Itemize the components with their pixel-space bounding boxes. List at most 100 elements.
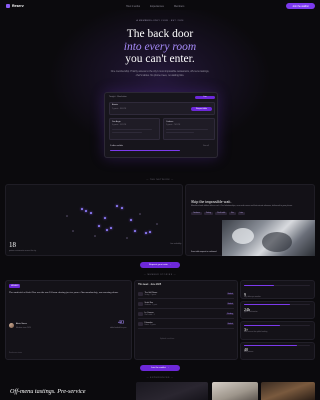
map-dot[interactable] (110, 227, 112, 229)
stat-caption: chef partners (244, 352, 254, 353)
stat-fill (244, 324, 281, 326)
preview-progress (110, 150, 180, 152)
map-dot (126, 237, 128, 239)
ship-text: Members book tables others can't. Chef r… (191, 205, 293, 207)
photo-highlight (232, 228, 254, 244)
partner-count-caption: partner restaurants across the city (9, 250, 37, 252)
map-dot[interactable] (130, 219, 132, 221)
tag-chip[interactable]: Bar (229, 212, 236, 215)
hero-title-line3: you can't enter. (125, 53, 195, 65)
map-dot[interactable] (106, 229, 108, 231)
preview-line (166, 129, 208, 131)
map-dot (139, 213, 141, 215)
member-badge: MEMBER (9, 284, 21, 288)
list-item-sub: Dinner · 2 guests (144, 324, 156, 326)
list-item-title: Le Coucou (144, 312, 154, 315)
status-badge: Booked (226, 293, 234, 295)
restaurant-thumb (138, 301, 143, 307)
tag-chip[interactable]: Chef's table (214, 212, 228, 215)
request-invite-button[interactable]: Request your invite → (140, 262, 180, 268)
nav-cta-button[interactable]: Join the waitlist (286, 3, 315, 9)
section-label-experiences: — EXPERIENCES — (146, 377, 174, 379)
hero-title: The back door into every room you can't … (60, 28, 260, 66)
preview-item3-title: Carbone (166, 121, 174, 123)
map-dot[interactable] (98, 225, 100, 227)
experience-image[interactable] (212, 382, 258, 400)
map-dot[interactable] (121, 207, 123, 209)
map-dot (72, 230, 74, 232)
section-label-network: — THE NETWORK — (146, 179, 174, 181)
map-card (5, 184, 183, 256)
experiences-heading: Off-menu tastings. Pre-service (10, 388, 86, 395)
request-invite-label: Request your invite (149, 264, 168, 266)
nav-links: How it works Experiences Members (126, 5, 184, 8)
preview-view-all[interactable]: View all (203, 145, 209, 147)
preview-line (166, 132, 194, 134)
restaurant-thumb (138, 311, 143, 317)
status-badge: Booked (226, 303, 234, 305)
ship-tags: Omakase Tasting Chef's table Bar Late (191, 212, 245, 215)
testimonial-quote: The sandwich at Sushi Nox was the one I'… (9, 291, 119, 294)
list-item-text: Le Coucou Chef's table · 4 (145, 312, 225, 316)
hero-kicker: A MEMBERS-ONLY CLUB · EST. 2024 (136, 20, 184, 22)
nav-link-experiences[interactable]: Experiences (150, 5, 164, 8)
hero-subtitle: One membership. Priority access to the c… (110, 70, 210, 77)
restaurant-thumb (138, 321, 143, 327)
hero-title-accent: into every room (123, 40, 197, 53)
list-item[interactable]: Sushi Nox Omakase · 1 guest Booked (138, 300, 234, 309)
map-dot[interactable] (85, 210, 87, 212)
hero-title-line1: The back door (126, 28, 194, 40)
map-dot[interactable] (90, 212, 92, 214)
stat-bar (244, 304, 310, 305)
stat-fill (244, 285, 274, 286)
tag-chip[interactable]: Late (237, 212, 245, 215)
preview-header: Tonight · Manhattan (109, 96, 127, 98)
map-dot[interactable] (134, 230, 136, 232)
section-label-stories: — MEMBER STORIES — (143, 274, 177, 276)
preview-item2-sub: 4 guests · 9:15 PM (112, 124, 127, 126)
bookings-note: Updated in real time (160, 339, 175, 340)
testimonial-stat: 40 (118, 320, 124, 326)
stat-bar (244, 285, 310, 286)
list-item-sub: Chef's table · 4 (144, 314, 155, 316)
map-legend-label: Live availability (170, 243, 182, 245)
list-item-sub: Tasting · 2 guests (144, 294, 157, 296)
list-item-text: The Grill Room Tasting · 2 guests (145, 292, 225, 296)
join-waitlist-button[interactable]: Join the waitlist → (140, 365, 180, 371)
list-item[interactable]: The Grill Room Tasting · 2 guests Booked (138, 290, 234, 299)
preview-header-label: Tonight · Manhattan (109, 96, 127, 98)
testimonial-name: Alicia Vance (16, 323, 27, 325)
experience-image[interactable] (136, 382, 208, 400)
preview-request-button[interactable]: Request table (191, 107, 212, 111)
brand-logo[interactable]: Reserv (6, 4, 24, 8)
map-dot[interactable] (104, 217, 106, 219)
list-item-title: Dhamaka (144, 322, 153, 325)
map-dot[interactable] (116, 205, 118, 207)
preview-item1-sub: 2 guests · 8:30 PM (112, 107, 127, 110)
status-badge: Booked (226, 323, 234, 325)
preview-footer: 3 tables available (110, 145, 124, 147)
nav-link-members[interactable]: Members (174, 5, 184, 8)
list-item-title: The Grill Room (144, 292, 158, 295)
dining-photo (222, 220, 315, 256)
stat-fill (244, 304, 291, 305)
status-badge: Pending (226, 313, 234, 315)
stat-bar (244, 324, 310, 326)
tag-chip[interactable]: Omakase (191, 212, 202, 215)
testimonial-role: Member since 2024 (16, 326, 31, 329)
map-dot[interactable] (145, 232, 147, 234)
arrow-right-icon: → (166, 367, 170, 369)
stat-caption: avg. tables per member (244, 297, 261, 298)
tag-chip[interactable]: Tasting (203, 212, 213, 215)
map-dot[interactable] (149, 231, 151, 233)
nav-link-how[interactable]: How it works (126, 5, 140, 8)
list-item[interactable]: Le Coucou Chef's table · 4 Pending (138, 310, 234, 319)
read-more-link[interactable]: Read more stories (9, 353, 22, 354)
list-item[interactable]: Dhamaka Dinner · 2 guests Booked (138, 320, 234, 329)
stat-bar (244, 345, 310, 346)
map-dot[interactable] (81, 208, 83, 210)
list-item-sub: Omakase · 1 guest (144, 304, 158, 306)
experience-image[interactable] (261, 382, 315, 400)
preview-item1-title: Atomix (112, 104, 119, 106)
restaurant-thumb (138, 291, 143, 297)
